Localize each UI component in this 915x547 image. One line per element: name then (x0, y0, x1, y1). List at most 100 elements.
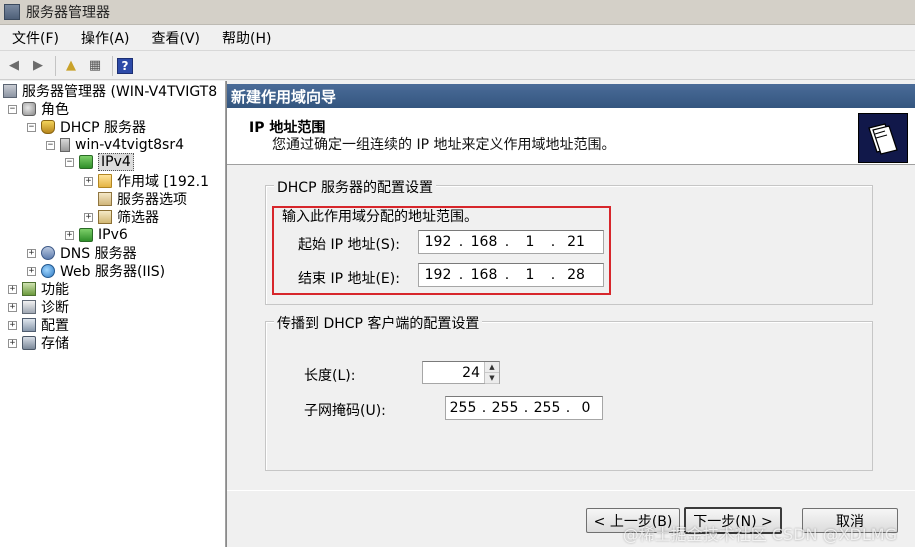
tree-label: DHCP 服务器 (60, 120, 146, 136)
ip-octet[interactable]: 168 (465, 267, 503, 283)
mask-octet[interactable]: 255 (530, 400, 564, 416)
ipv4-icon (79, 155, 93, 169)
show-hide-tree-icon[interactable]: ▦ (84, 55, 106, 77)
length-value[interactable]: 24 (462, 365, 484, 381)
footer-separator (227, 490, 915, 491)
tree-item-host[interactable]: − win-v4tvigt8sr4 (46, 136, 184, 154)
spin-up-icon[interactable]: ▲ (485, 362, 499, 373)
wizard-title: 新建作用域向导 (227, 84, 915, 108)
start-ip-field[interactable]: 192. 168. 1. 21 (418, 230, 604, 254)
expand-icon[interactable]: + (8, 302, 17, 312)
expand-icon[interactable]: + (84, 212, 93, 222)
collapse-icon[interactable]: − (27, 122, 36, 132)
tree-label: 角色 (41, 102, 69, 118)
tree-label: Web 服务器(IIS) (60, 264, 166, 280)
options-icon (98, 192, 112, 206)
storage-icon (22, 336, 36, 350)
back-arrow-icon[interactable]: ◀ (3, 55, 25, 77)
expand-icon[interactable]: + (8, 284, 17, 294)
start-ip-label: 起始 IP 地址(S): (298, 237, 400, 253)
subnet-mask-field[interactable]: 255. 255. 255. 0 (445, 396, 603, 420)
mask-octet[interactable]: 255 (488, 400, 522, 416)
tree-label: 配置 (41, 318, 69, 334)
up-folder-icon[interactable]: ▲ (60, 55, 82, 77)
tree-label: 筛选器 (117, 210, 159, 226)
tree-label: 功能 (41, 282, 69, 298)
tree-item-ipv6[interactable]: + IPv6 (65, 226, 128, 244)
menu-file[interactable]: 文件(F) (4, 26, 67, 50)
help-icon[interactable]: ? (117, 57, 133, 74)
tree-item-filters[interactable]: + 筛选器 (84, 208, 159, 226)
tree-label: IPv6 (98, 227, 128, 243)
web-server-icon (41, 264, 55, 278)
ip-octet[interactable]: 1 (511, 234, 549, 250)
roles-icon (22, 102, 36, 116)
toolbar: ◀ ▶ ▲ ▦ ? (0, 52, 915, 80)
menu-help[interactable]: 帮助(H) (214, 26, 279, 50)
tree-item-ipv4[interactable]: − IPv4 (65, 153, 134, 171)
subnet-mask-label: 子网掩码(U): (304, 403, 386, 419)
tree-label: IPv4 (98, 153, 134, 171)
tree-item-dns[interactable]: + DNS 服务器 (27, 244, 137, 262)
wizard-header: IP 地址范围 您通过确定一组连续的 IP 地址来定义作用域地址范围。 (227, 108, 915, 165)
toolbar-separator (112, 55, 113, 76)
range-prompt: 输入此作用域分配的地址范围。 (282, 209, 478, 225)
tree-label: win-v4tvigt8sr4 (75, 137, 184, 153)
tree-item-scope[interactable]: + 作用域 [192.1 (84, 172, 209, 190)
ipv6-icon (79, 228, 93, 242)
computer-icon (60, 138, 70, 152)
forward-arrow-icon[interactable]: ▶ (27, 55, 49, 77)
tree-item-web[interactable]: + Web 服务器(IIS) (27, 262, 165, 280)
expand-icon[interactable]: + (84, 176, 93, 186)
collapse-icon[interactable]: − (46, 140, 55, 150)
length-stepper[interactable]: 24 ▲ ▼ (422, 361, 500, 384)
tree-item-diagnostics[interactable]: + 诊断 (8, 298, 69, 316)
toolbar-separator (55, 55, 56, 76)
wizard-folders-icon (858, 113, 908, 163)
tree-item-storage[interactable]: + 存储 (8, 334, 69, 352)
navigation-tree: 服务器管理器 (WIN-V4TVIGT8 − 角色 − DHCP 服务器 − w… (0, 81, 226, 547)
ip-octet[interactable]: 192 (419, 267, 457, 283)
ip-octet[interactable]: 21 (557, 234, 595, 250)
dns-server-icon (41, 246, 55, 260)
menu-view[interactable]: 查看(V) (144, 26, 209, 50)
tree-item-server-options[interactable]: 服务器选项 (84, 190, 187, 208)
menu-action[interactable]: 操作(A) (73, 26, 138, 50)
spin-down-icon[interactable]: ▼ (485, 373, 499, 384)
end-ip-label: 结束 IP 地址(E): (298, 271, 400, 287)
tree-item-roles[interactable]: − 角色 (8, 100, 69, 118)
end-ip-field[interactable]: 192. 168. 1. 28 (418, 263, 604, 287)
ip-octet[interactable]: 1 (511, 267, 549, 283)
tree-item-features[interactable]: + 功能 (8, 280, 69, 298)
stepper-arrows[interactable]: ▲ ▼ (484, 362, 499, 384)
mask-octet[interactable]: 255 (446, 400, 480, 416)
tree-item-configuration[interactable]: + 配置 (8, 316, 69, 334)
tree-item-root[interactable]: 服务器管理器 (WIN-V4TVIGT8 (3, 82, 217, 100)
tree-label: DNS 服务器 (60, 246, 137, 262)
ip-octet[interactable]: 28 (557, 267, 595, 283)
mask-octet[interactable]: 0 (572, 400, 600, 416)
tree-label: 作用域 [192.1 (117, 174, 209, 190)
collapse-icon[interactable]: − (65, 157, 74, 167)
ip-octet[interactable]: 192 (419, 234, 457, 250)
features-icon (22, 282, 36, 296)
menu-bar: 文件(F) 操作(A) 查看(V) 帮助(H) (0, 25, 915, 51)
tree-label: 诊断 (41, 300, 69, 316)
tree-label: 存储 (41, 336, 69, 352)
tree-item-dhcp[interactable]: − DHCP 服务器 (27, 118, 146, 136)
group-title: 传播到 DHCP 客户端的配置设置 (274, 313, 483, 333)
expand-icon[interactable]: + (8, 338, 17, 348)
configuration-icon (22, 318, 36, 332)
collapse-icon[interactable]: − (8, 104, 17, 114)
expand-icon[interactable]: + (27, 248, 36, 258)
expand-icon[interactable]: + (27, 266, 36, 276)
ip-octet[interactable]: 168 (465, 234, 503, 250)
expand-icon[interactable]: + (8, 320, 17, 330)
window-title: 服务器管理器 (26, 5, 110, 21)
expand-icon[interactable]: + (65, 230, 74, 240)
server-manager-icon (3, 84, 17, 98)
filter-icon (98, 210, 112, 224)
window-titlebar: 服务器管理器 (0, 0, 915, 25)
diagnostics-icon (22, 300, 36, 314)
tree-label: 服务器选项 (117, 192, 187, 208)
